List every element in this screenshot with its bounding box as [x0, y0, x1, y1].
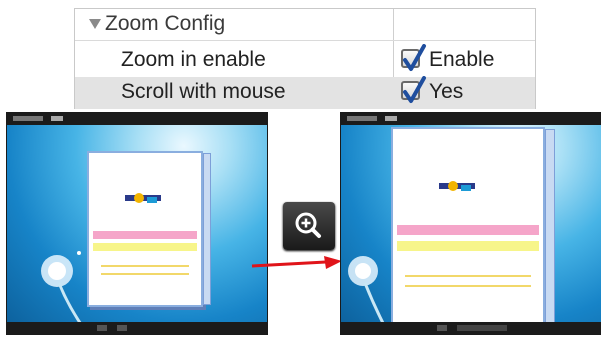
zoom-in-enable-value: Enable [429, 48, 495, 71]
flipbook-preview-zoomed [340, 112, 601, 335]
zoom-in-enable-checkbox[interactable] [401, 44, 426, 71]
page-logo [125, 193, 161, 203]
page-text-line [405, 285, 531, 287]
page-text-line [405, 275, 531, 277]
page-text-line [101, 273, 189, 275]
zoom-in-enable-label: Zoom in enable [121, 48, 266, 71]
flipbook-page[interactable] [87, 151, 203, 307]
flipbook-preview-normal [6, 112, 268, 335]
scroll-with-mouse-label: Scroll with mouse [121, 80, 286, 103]
toolbar-logo [347, 116, 377, 121]
page-banner-yellow [93, 243, 197, 251]
page-banner-pink [397, 225, 539, 235]
footer-button[interactable] [97, 325, 107, 331]
footer-button[interactable] [457, 325, 507, 331]
footer-button[interactable] [437, 325, 447, 331]
zoom-config-title: Zoom Config [105, 12, 226, 35]
checkmark-icon [403, 44, 426, 71]
viewer-footer [341, 322, 601, 334]
zoom-in-button[interactable] [283, 202, 335, 250]
toolbar-logo [13, 116, 43, 121]
viewer-toolbar [341, 113, 601, 125]
toolbar-button[interactable] [51, 116, 63, 121]
viewer-toolbar [7, 113, 267, 125]
viewer-footer [7, 322, 267, 334]
arrow-right-icon [251, 256, 342, 269]
triangle-down-icon[interactable] [89, 19, 101, 29]
page-text-line [101, 265, 189, 267]
toolbar-button[interactable] [385, 116, 397, 121]
page-banner-pink [93, 231, 197, 239]
flipbook-next-page-edge [545, 129, 555, 325]
row-scroll-with-mouse[interactable]: Scroll with mouse Yes [75, 76, 535, 109]
checkmark-icon [403, 76, 426, 103]
page-logo [439, 181, 475, 191]
footer-button[interactable] [117, 325, 127, 331]
zoom-config-header[interactable]: Zoom Config [75, 9, 535, 41]
scroll-with-mouse-checkbox[interactable] [401, 76, 426, 103]
flipbook-next-page-edge [203, 153, 211, 305]
page-banner-yellow [397, 241, 539, 251]
flipbook-page-zoomed[interactable] [391, 127, 545, 327]
zoom-config-panel: Zoom Config Zoom in enable Enable Scroll… [74, 8, 536, 109]
zoom-in-icon [295, 212, 321, 238]
row-zoom-in-enable[interactable]: Zoom in enable Enable [75, 44, 535, 77]
scroll-with-mouse-value: Yes [429, 80, 464, 103]
